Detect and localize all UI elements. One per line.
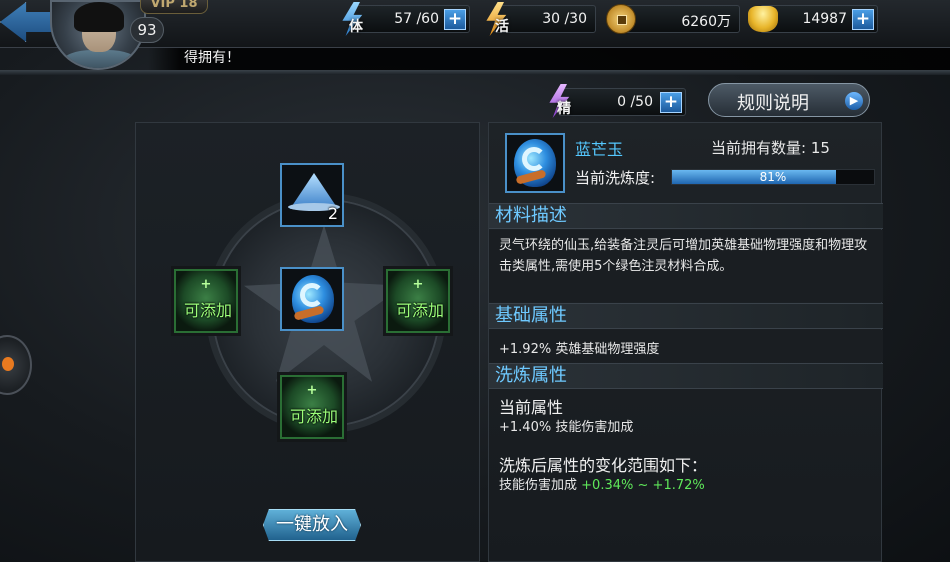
avatar-robe [62,50,138,68]
add-slot-label: 可添加 [395,301,444,320]
copper-value: 6260万 [681,14,731,30]
range-title: 洗炼后属性的变化范围如下： [499,456,708,475]
copper-display: 6260万 [620,5,740,33]
slot-count: 2 [327,204,338,223]
gold-ingot-icon [748,6,778,32]
range-attr-name: 技能伤害加成 [499,478,578,493]
gem-tail [293,305,325,321]
rules-button-label: 规则说明 [737,93,809,114]
section-refine-title: 洗炼属性 [489,363,883,389]
material-slot-top[interactable]: 2 [280,163,344,227]
copper-coin-icon [606,4,636,34]
range-min: +0.34% [581,478,634,493]
gold-value: 14987 [802,11,847,27]
center-gem-slot[interactable] [280,267,344,331]
blue-jade-gem-icon [514,139,556,187]
gold-plus-button[interactable]: + [852,9,874,30]
item-detail-panel: 蓝芒玉 当前拥有数量: 15 当前洗炼度: 81% 材料描述 灵气环绕的仙玉,给… [488,122,883,562]
add-slot-label: 可添加 [289,407,338,426]
material-slot-right[interactable]: + 可添加 [386,269,450,333]
stamina-value: 57 /60 [394,11,439,27]
add-plus-icon: + [200,277,212,292]
vip-badge: VIP 18 [140,0,208,14]
current-attr-value: +1.40% 技能伤害加成 [499,420,634,435]
refine-altar-panel: 2 + 可添加 + 可添加 + 可添加 一键放入 [135,122,480,562]
essence-display: 0 /50 + [558,88,686,116]
vigor-display: 30 /30 [494,5,596,33]
refine-label: 当前洗炼度: [575,169,656,187]
rules-button[interactable]: 规则说明 ▶ [708,83,870,117]
item-icon [505,133,565,193]
add-slot-label: 可添加 [183,301,232,320]
range-separator: ~ [637,478,649,493]
side-menu-chip[interactable] [0,335,32,395]
gem-tail [515,169,547,185]
vigor-label: 活 [495,19,509,35]
section-desc-title: 材料描述 [489,203,883,229]
material-slot-left[interactable]: + 可添加 [174,269,238,333]
player-level: 93 [130,17,164,43]
essence-label: 精 [557,101,571,117]
essence-value: 0 /50 [617,94,653,110]
basic-attribute: +1.92% 英雄基础物理强度 [499,342,660,357]
vigor-value: 30 /30 [542,11,587,27]
auto-fill-button[interactable]: 一键放入 [263,509,361,541]
range-line: 技能伤害加成 +0.34% ~ +1.72% [499,474,705,493]
item-name: 蓝芒玉 [575,140,624,159]
blue-jade-gem-icon [292,275,334,323]
stamina-display: 57 /60 + [350,5,470,33]
notice-text: 得拥有！ [184,50,240,66]
refine-progress-text: 81% [759,170,787,184]
refine-progress-bar: 81% [671,169,875,185]
play-arrow-icon: ▶ [845,92,863,110]
avatar-hair [74,2,124,32]
range-max: +1.72% [652,478,705,493]
material-slot-bottom[interactable]: + 可添加 [280,375,344,439]
own-count: 当前拥有数量: 15 [711,139,830,157]
stamina-label: 体 [349,19,363,35]
gem-swirl [300,283,324,307]
material-description: 灵气环绕的仙玉,给装备注灵后可增加英雄基础物理强度和物理攻击类属性,需使用5个绿… [499,238,868,274]
add-plus-icon: + [306,383,318,398]
notice-marquee: 得拥有！ [148,48,950,70]
gem-swirl [522,147,546,171]
header-divider [0,70,950,75]
stamina-plus-button[interactable]: + [444,9,466,30]
section-basic-title: 基础属性 [489,303,883,329]
add-plus-icon: + [412,277,424,292]
essence-plus-button[interactable]: + [660,92,682,113]
current-attr-title: 当前属性 [499,398,564,417]
